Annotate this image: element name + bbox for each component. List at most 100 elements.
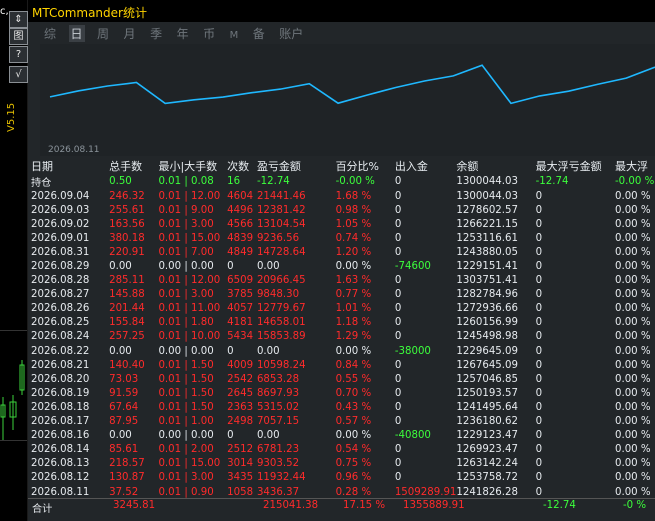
cell-min-max-lots: 0.01 | 15.00	[158, 458, 221, 470]
cell-min-max-lots: 0.01 | 1.80	[158, 317, 214, 329]
cell-count: 2363	[227, 401, 254, 413]
cell-min-max-lots: 0.01 | 1.50	[158, 387, 214, 399]
cell-min-max-lots: 0.01 | 10.00	[158, 331, 221, 343]
cell-max-float-loss: 0	[535, 261, 543, 273]
tab-currency[interactable]: 币	[201, 25, 217, 42]
cell-percent: 0.98 %	[335, 204, 372, 216]
table-row: 2026.08.16 0.00 0.00 | 0.00 0 0.00 0.00 % -408…	[31, 429, 655, 443]
cell-balance: 1236180.62	[456, 416, 518, 428]
cell-max-float-pct: 0.00 %	[614, 359, 651, 371]
cell-max-float-pct: 0.00 %	[614, 204, 651, 216]
cell-count: 1058	[227, 486, 254, 498]
cell-lots: 0.00	[109, 430, 132, 442]
cell-count: 3014	[227, 458, 254, 470]
cell-count: 2498	[227, 416, 254, 428]
cell-min-max-lots: 0.01 | 0.08	[158, 176, 214, 187]
cell-in-out: 0	[394, 444, 402, 456]
cell-balance: 1263142.24	[456, 458, 518, 470]
cell-profit: 0.00	[256, 430, 280, 442]
cell-lots: 140.40	[109, 359, 145, 371]
candle-chart-fragment	[0, 360, 25, 440]
cell-lots: 201.44	[109, 303, 145, 315]
table-row: 2026.08.13 218.57 0.01 | 15.00 3014 9303.52 0…	[31, 457, 655, 471]
tab-week[interactable]: 周	[95, 25, 111, 42]
cell-count: 2512	[227, 444, 254, 456]
cell-count: 4839	[227, 232, 254, 244]
cell-profit: 11932.44	[256, 472, 306, 484]
cell-date: 2026.08.27	[31, 289, 90, 301]
help-button[interactable]: ?	[9, 46, 28, 63]
table-header: 日期 总手数 最小|大手数 次数 盈亏金额 百分比% 出入金 余额 最大浮亏金额 最大浮	[31, 158, 655, 174]
cell-in-out: 0	[394, 387, 402, 399]
cell-balance: 1282784.96	[456, 289, 518, 301]
table-row: 2026.09.01 380.18 0.01 | 15.00 4839 9236.56 0…	[31, 231, 655, 245]
cell-lots: 87.95	[109, 416, 139, 428]
cell-max-float-loss: 0	[535, 190, 543, 202]
cell-lots: 0.00	[109, 345, 132, 357]
cell-lots: 285.11	[109, 275, 145, 287]
cell-balance: 1257046.85	[456, 373, 518, 385]
cell-min-max-lots: 0.01 | 1.50	[158, 373, 214, 385]
cell-percent: 0.55 %	[335, 373, 372, 385]
cell-max-float-loss: 0	[535, 275, 543, 287]
total-lots: 3245.81	[113, 500, 156, 511]
cell-in-out: 0	[394, 458, 402, 470]
cell-lots: 0.50	[109, 176, 132, 187]
cell-max-float-pct: 0.00 %	[614, 373, 651, 385]
cell-max-float-loss: 0	[535, 331, 543, 343]
table-row: 2026.08.24 257.25 0.01 | 10.00 5434 15853.89…	[31, 330, 655, 344]
cell-lots: 145.88	[109, 289, 145, 301]
tab-month[interactable]: 月	[122, 25, 138, 42]
cell-max-float-loss: 0	[535, 232, 543, 244]
cell-percent: 0.70 %	[335, 387, 372, 399]
cell-max-float-loss: 0	[535, 472, 543, 484]
cell-min-max-lots: 0.01 | 2.00	[158, 444, 214, 456]
left-strip-button-1[interactable]: ⇕	[9, 11, 28, 28]
cell-profit: 20966.45	[256, 275, 306, 287]
cell-percent: 1.63 %	[335, 275, 372, 287]
tab-notes[interactable]: 备	[251, 25, 267, 42]
tab-year[interactable]: 年	[175, 25, 191, 42]
daily-stats-table: 日期 总手数 最小|大手数 次数 盈亏金额 百分比% 出入金 余额 最大浮亏金额 最大浮 持仓 0.5…	[31, 158, 655, 499]
tab-account[interactable]: 账户	[277, 25, 305, 42]
cell-date: 2026.08.12	[31, 472, 90, 484]
cell-count: 16	[227, 176, 241, 187]
cell-in-out: 出入金	[394, 160, 428, 173]
tab-day[interactable]: 日	[68, 25, 85, 42]
cell-profit: 0.00	[256, 345, 280, 357]
table-row: 2026.09.03 255.61 0.01 | 9.00 4496 12381.42 0…	[31, 203, 655, 217]
tab-m[interactable]: M	[228, 30, 241, 41]
cell-max-float-pct: 0.00 %	[614, 190, 651, 202]
cell-percent: 百分比%	[335, 160, 380, 173]
cell-max-float-pct: 0.00 %	[614, 275, 651, 287]
left-strip-button-2[interactable]: 图	[9, 28, 28, 45]
cell-min-max-lots: 0.01 | 12.00	[158, 275, 221, 287]
balance-line	[49, 64, 655, 105]
cell-max-float-loss: 0	[535, 387, 543, 399]
cell-balance: 1229151.41	[456, 261, 518, 273]
cell-date: 2026.08.24	[31, 331, 90, 343]
cell-min-max-lots: 0.01 | 1.00	[158, 416, 214, 428]
table-row: 2026.08.20 73.03 0.01 | 1.50 2542 6853.28 0.5…	[31, 372, 655, 386]
tab-quarter[interactable]: 季	[148, 25, 164, 42]
cell-profit: 9848.30	[256, 289, 300, 301]
cell-lots: 91.59	[109, 387, 139, 399]
cell-min-max-lots: 0.01 | 7.00	[158, 246, 214, 258]
cell-balance: 1300044.03	[456, 176, 518, 187]
cell-min-max-lots: 0.01 | 11.00	[158, 303, 221, 315]
cell-lots: 0.00	[109, 261, 132, 273]
cell-max-float-pct: 0.00 %	[614, 317, 651, 329]
total-max-loss: -12.74	[543, 500, 576, 511]
left-toolbar-strip: c, ⇕ 图 ? √ V5.15	[0, 0, 28, 521]
cell-min-max-lots: 0.00 | 0.00	[158, 261, 214, 273]
check-button[interactable]: √	[9, 66, 28, 83]
cell-date: 2026.08.18	[31, 401, 90, 413]
price-gridline	[0, 330, 27, 331]
cell-profit: -12.74	[256, 176, 290, 187]
tab-summary[interactable]: 综	[42, 25, 58, 42]
cell-max-float-pct: 0.00 %	[614, 289, 651, 301]
cell-balance: 1241826.28	[456, 486, 518, 498]
cell-profit: 15853.89	[256, 331, 306, 343]
holding-row: 持仓 0.50 0.01 | 0.08 16 -12.74 -0.00 % 0 1300044…	[31, 174, 655, 189]
window-title: MTCommander统计	[32, 6, 147, 20]
